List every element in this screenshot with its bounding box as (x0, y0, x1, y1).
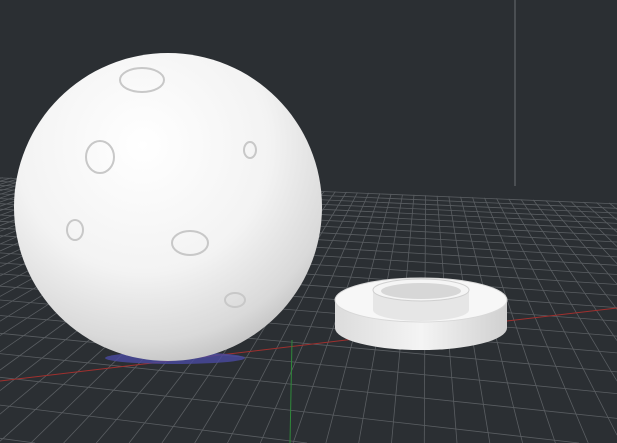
grid-line (0, 404, 308, 443)
grid-line (520, 199, 617, 341)
3d-viewport[interactable] (0, 0, 617, 443)
ring-base-model[interactable] (334, 277, 508, 350)
viewport-canvas[interactable] (0, 0, 617, 443)
grid-line (0, 437, 36, 443)
grid-line (496, 198, 617, 436)
grid-line (545, 200, 617, 285)
grid-line (0, 376, 580, 443)
moon-sphere-model[interactable] (14, 53, 322, 364)
y-axis-line (289, 339, 293, 443)
